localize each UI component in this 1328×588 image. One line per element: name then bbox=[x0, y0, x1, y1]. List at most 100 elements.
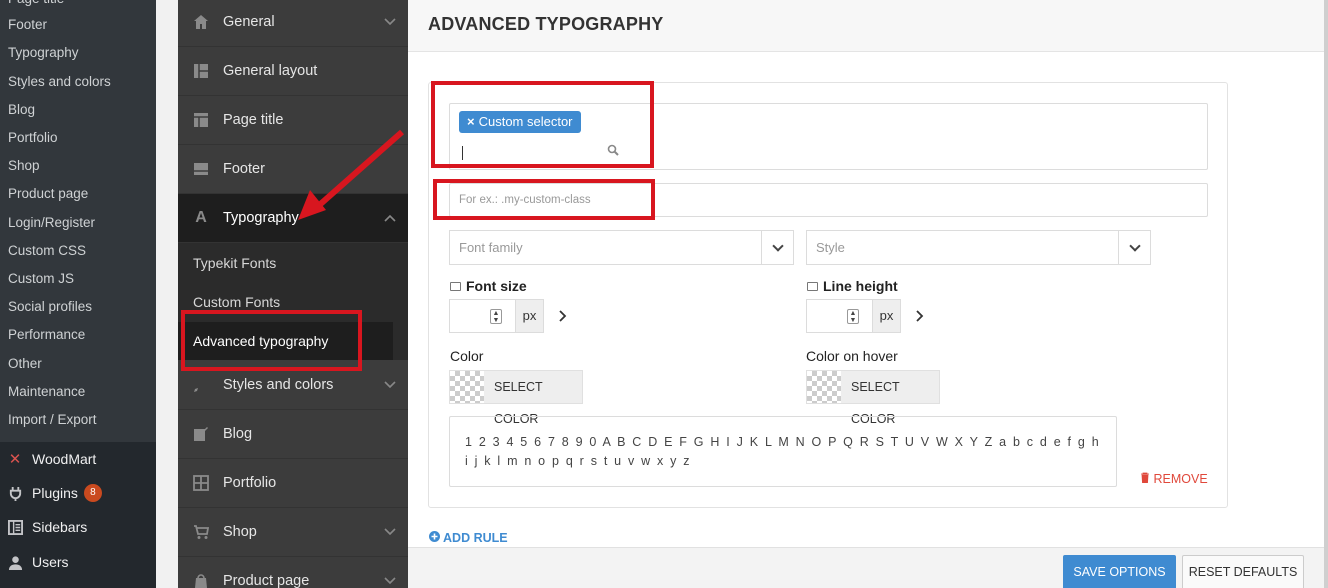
font-size-input[interactable]: ▲ ▼ px bbox=[449, 299, 544, 333]
edit-icon bbox=[191, 424, 211, 444]
product-icon bbox=[191, 571, 211, 588]
chevron-down-icon bbox=[1118, 231, 1150, 264]
font-family-select[interactable]: Font family bbox=[449, 230, 794, 265]
subnav-item-typekit[interactable]: Typekit Fonts bbox=[193, 244, 408, 282]
wp-submenu-item[interactable]: Other bbox=[8, 353, 42, 375]
remove-rule-button[interactable]: REMOVE bbox=[1140, 472, 1208, 486]
typography-preview: 1 2 3 4 5 6 7 8 9 0 A B C D E F G H I J … bbox=[449, 416, 1117, 487]
nav-item-blog[interactable]: Blog bbox=[178, 410, 408, 459]
transparent-swatch bbox=[807, 371, 841, 403]
desktop-icon bbox=[450, 282, 461, 291]
chevron-down-icon bbox=[384, 15, 396, 27]
theme-options-nav: General General layout Page title Footer… bbox=[178, 0, 408, 588]
nav-item-shop[interactable]: Shop bbox=[178, 508, 408, 557]
spinner-icon[interactable]: ▲ ▼ bbox=[847, 309, 859, 324]
home-icon bbox=[191, 12, 211, 32]
wp-submenu-item[interactable]: Product page bbox=[8, 183, 88, 205]
font-size-label: Font size bbox=[450, 278, 527, 294]
annotation-highlight-advanced-typography bbox=[181, 310, 362, 371]
wp-submenu-item[interactable]: Custom CSS bbox=[8, 240, 86, 262]
wp-submenu-item[interactable]: Import / Export bbox=[8, 409, 97, 431]
nav-label: General layout bbox=[223, 63, 318, 79]
wp-menu-label: WoodMart bbox=[32, 451, 97, 467]
wp-submenu-item[interactable]: Typography bbox=[8, 42, 79, 64]
nav-label: General bbox=[223, 14, 275, 30]
wp-menu-label: Users bbox=[32, 554, 69, 570]
page-title-icon bbox=[191, 110, 211, 130]
save-options-button[interactable]: SAVE OPTIONS bbox=[1063, 555, 1176, 588]
scrollbar-edge bbox=[1324, 0, 1328, 588]
user-icon bbox=[6, 553, 24, 571]
wp-submenu-item[interactable]: Page title bbox=[8, 0, 64, 10]
wp-admin-sidebar: Page title Footer Typography Styles and … bbox=[0, 0, 156, 588]
nav-item-general-layout[interactable]: General layout bbox=[178, 47, 408, 96]
nav-item-general[interactable]: General bbox=[178, 0, 408, 47]
style-placeholder: Style bbox=[816, 240, 845, 255]
annotation-arrow bbox=[298, 129, 404, 220]
plugins-count-badge: 8 bbox=[83, 484, 102, 502]
nav-label: Styles and colors bbox=[223, 377, 334, 393]
add-rule-button[interactable]: ADD RULE bbox=[429, 531, 508, 545]
chevron-down-icon bbox=[384, 378, 396, 390]
chevron-down-icon bbox=[384, 574, 396, 586]
font-family-placeholder: Font family bbox=[459, 240, 523, 255]
wp-menu-label: Plugins bbox=[32, 485, 78, 501]
layout-icon bbox=[191, 61, 211, 81]
nav-item-portfolio[interactable]: Portfolio bbox=[178, 459, 408, 508]
remove-label: REMOVE bbox=[1153, 472, 1208, 486]
nav-label: Page title bbox=[223, 112, 284, 128]
typography-icon: A bbox=[195, 209, 207, 226]
wp-menu-users[interactable]: Users bbox=[0, 545, 156, 579]
desktop-icon bbox=[807, 282, 818, 291]
sidebars-icon bbox=[6, 518, 24, 536]
font-size-unit: px bbox=[515, 300, 543, 332]
trash-icon bbox=[1140, 472, 1150, 486]
chevron-right-icon[interactable] bbox=[559, 309, 567, 325]
woodmart-icon: ✕ bbox=[8, 451, 22, 468]
plugin-icon bbox=[6, 484, 24, 502]
footer-icon bbox=[191, 159, 211, 179]
color-hover-label: Color on hover bbox=[806, 348, 898, 364]
add-rule-label: ADD RULE bbox=[443, 531, 508, 545]
line-height-unit: px bbox=[872, 300, 900, 332]
wp-submenu-item[interactable]: Styles and colors bbox=[8, 71, 111, 93]
wp-submenu-item[interactable]: Footer bbox=[8, 14, 47, 36]
spinner-icon[interactable]: ▲ ▼ bbox=[490, 309, 502, 324]
cart-icon bbox=[191, 522, 211, 542]
wp-submenu-item[interactable]: Custom JS bbox=[8, 268, 74, 290]
chevron-right-icon[interactable] bbox=[916, 309, 924, 325]
font-size-label-text: Font size bbox=[466, 278, 527, 294]
select-color-button[interactable]: SELECT COLOR bbox=[449, 370, 583, 426]
wp-submenu: Page title Footer Typography Styles and … bbox=[0, 0, 156, 442]
line-height-label-text: Line height bbox=[823, 278, 898, 294]
page-title: ADVANCED TYPOGRAPHY bbox=[428, 14, 664, 34]
wp-menu-sidebars[interactable]: Sidebars bbox=[0, 510, 156, 544]
nav-label: Shop bbox=[223, 524, 257, 540]
wp-submenu-item[interactable]: Blog bbox=[8, 99, 35, 121]
color-label: Color bbox=[450, 348, 484, 364]
wp-menu-woodmart[interactable]: ✕ WoodMart bbox=[0, 442, 156, 476]
select-hover-color-button[interactable]: SELECT COLOR bbox=[806, 370, 940, 426]
wp-submenu-item[interactable]: Login/Register bbox=[8, 212, 95, 234]
plus-circle-icon bbox=[429, 531, 440, 545]
nav-item-product-page[interactable]: Product page bbox=[178, 557, 408, 588]
nav-label: Product page bbox=[223, 573, 310, 588]
wp-menu-plugins[interactable]: Plugins 8 bbox=[0, 476, 156, 510]
reset-defaults-button[interactable]: RESET DEFAULTS bbox=[1182, 555, 1304, 588]
nav-label: Typography bbox=[223, 210, 299, 226]
style-select[interactable]: Style bbox=[806, 230, 1151, 265]
wp-submenu-item[interactable]: Shop bbox=[8, 155, 40, 177]
nav-label: Portfolio bbox=[223, 475, 277, 491]
grid-icon bbox=[191, 473, 211, 493]
wp-submenu-item[interactable]: Portfolio bbox=[8, 127, 58, 149]
line-height-label: Line height bbox=[807, 278, 898, 294]
line-height-input[interactable]: ▲ ▼ px bbox=[806, 299, 901, 333]
wp-submenu-item[interactable]: Performance bbox=[8, 324, 85, 346]
content-header: ADVANCED TYPOGRAPHY bbox=[408, 0, 1328, 52]
annotation-highlight-selector bbox=[431, 81, 654, 168]
nav-label: Footer bbox=[223, 161, 265, 177]
transparent-swatch bbox=[450, 371, 484, 403]
wp-submenu-item[interactable]: Maintenance bbox=[8, 381, 85, 403]
annotation-highlight-class-field bbox=[433, 179, 655, 220]
wp-submenu-item[interactable]: Social profiles bbox=[8, 296, 92, 318]
